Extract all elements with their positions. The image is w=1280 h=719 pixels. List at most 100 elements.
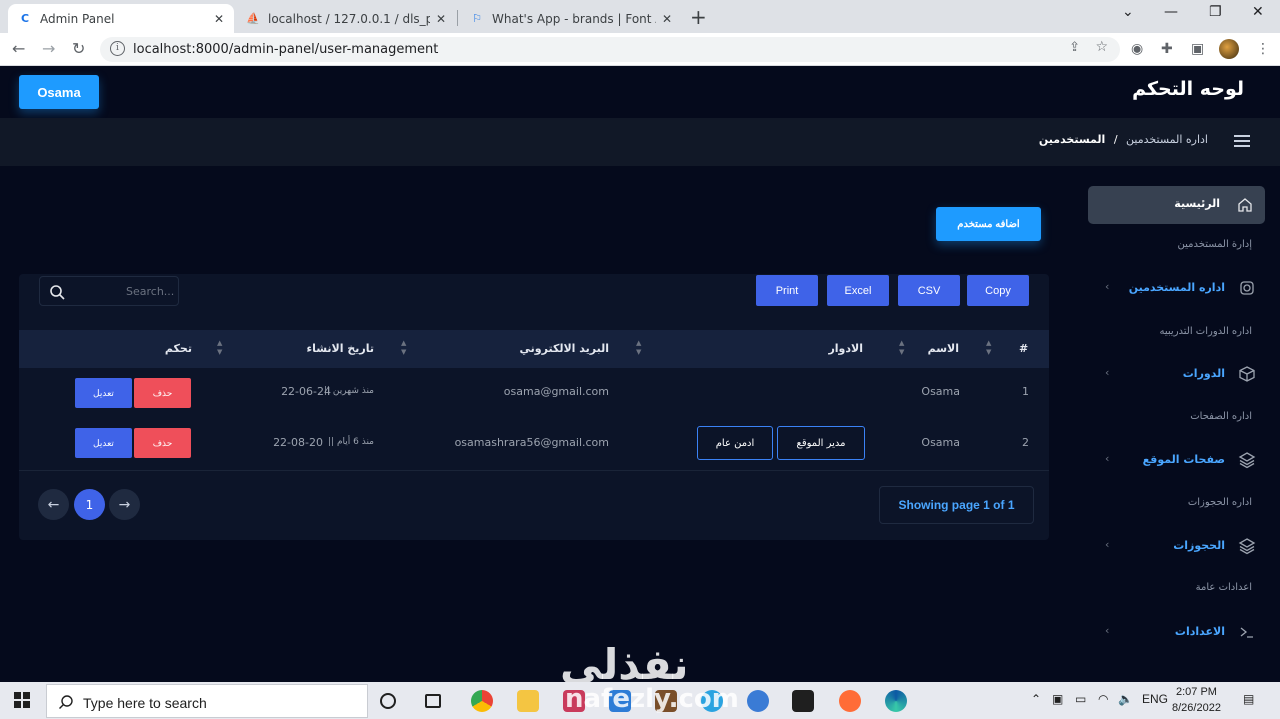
search-icon	[50, 285, 65, 300]
task-view-icon[interactable]	[425, 694, 441, 708]
restore-icon[interactable]: ❐	[1209, 4, 1222, 20]
phpmyadmin-favicon-icon: ⛵	[246, 12, 260, 25]
sidebar-item-label: الاعدادات	[1174, 625, 1225, 638]
excel-button[interactable]: Excel	[827, 275, 889, 306]
chevron-left-icon: ‹	[1105, 280, 1110, 293]
breadcrumb-bar: اداره المستخدمين / المستخدمين	[0, 118, 1280, 166]
bookmark-star-icon[interactable]: ☆	[1095, 39, 1108, 55]
search-input[interactable]: Search...	[39, 276, 179, 306]
share-icon[interactable]: ⇪	[1069, 40, 1080, 55]
delete-button[interactable]: حذف	[134, 378, 191, 408]
cell-number: 2	[1022, 436, 1029, 449]
tray-icon[interactable]: ▣	[1052, 692, 1063, 706]
menu-kebab-icon[interactable]: ⋮	[1256, 41, 1270, 57]
forward-icon[interactable]: →	[42, 39, 55, 58]
delete-button[interactable]: حذف	[134, 428, 191, 458]
site-info-icon[interactable]: i	[110, 41, 125, 56]
tab-search-icon[interactable]: ⌄	[1122, 4, 1134, 20]
pagination-prev-icon[interactable]: ←	[38, 489, 69, 520]
breadcrumb: اداره المستخدمين / المستخدمين	[1039, 133, 1208, 146]
column-header-created[interactable]: تاريخ الانشاء	[306, 342, 374, 355]
sidebar-item-label: اداره المستخدمين	[1128, 281, 1225, 294]
sidebar-item-courses[interactable]: ‹ الدورات	[1100, 363, 1270, 387]
language-indicator[interactable]: ENG	[1142, 692, 1168, 706]
camera-icon[interactable]: ◉	[1131, 41, 1143, 57]
extensions-puzzle-icon[interactable]: ✚	[1161, 41, 1173, 57]
copy-button[interactable]: Copy	[967, 275, 1029, 306]
column-header-name[interactable]: الاسم	[928, 342, 959, 355]
edit-button[interactable]: تعديل	[75, 378, 132, 408]
column-header-actions: تحكم	[164, 342, 192, 355]
close-tab-icon[interactable]: ✕	[214, 12, 224, 26]
csv-button[interactable]: CSV	[898, 275, 960, 306]
close-tab-icon[interactable]: ✕	[436, 12, 446, 26]
taskbar-clock[interactable]: 2:07 PM 8/26/2022	[1172, 684, 1221, 716]
minimize-icon[interactable]: —	[1164, 4, 1178, 20]
taskbar-search-input[interactable]: Type here to search	[46, 684, 368, 718]
edge-icon[interactable]	[885, 690, 907, 712]
home-icon	[1238, 198, 1252, 212]
tab-font-awesome[interactable]: ⚐ What's App - brands | Font Awesome ✕	[460, 4, 682, 33]
hamburger-menu-icon[interactable]	[1234, 135, 1250, 147]
postman-icon[interactable]	[839, 690, 861, 712]
file-explorer-icon[interactable]	[517, 690, 539, 712]
cell-number: 1	[1022, 385, 1029, 398]
chrome-icon[interactable]	[471, 690, 493, 712]
side-panel-icon[interactable]: ▣	[1191, 41, 1204, 57]
sidebar-item-bookings[interactable]: ‹ الحجوزات	[1100, 535, 1270, 559]
tab-phpmyadmin[interactable]: ⛵ localhost / 127.0.0.1 / dls_project ✕	[236, 4, 456, 33]
edit-button[interactable]: تعديل	[75, 428, 132, 458]
search-placeholder: Search...	[126, 285, 175, 298]
pagination-next-icon[interactable]: →	[109, 489, 140, 520]
wifi-icon[interactable]: ◠	[1098, 692, 1108, 706]
sort-icon[interactable]: ▲ ▼	[401, 339, 406, 357]
chevron-left-icon: ‹	[1105, 624, 1110, 637]
reload-icon[interactable]: ↻	[72, 39, 85, 58]
sidebar-item-label: صفحات الموقع	[1142, 453, 1225, 466]
volume-icon[interactable]: 🔈	[1118, 692, 1133, 706]
cell-email: osamashrara56@gmail.com	[454, 436, 609, 449]
sort-icon[interactable]: ▲ ▼	[217, 339, 222, 357]
url-field[interactable]: i localhost:8000/admin-panel/user-manage…	[100, 37, 1120, 62]
back-icon[interactable]: ←	[12, 39, 25, 58]
column-header-email[interactable]: البريد الالكتروني	[520, 342, 609, 355]
tab-title: localhost / 127.0.0.1 / dls_project	[268, 11, 430, 26]
column-header-roles[interactable]: الادوار	[828, 342, 863, 355]
sort-icon[interactable]: ▲ ▼	[899, 339, 904, 357]
flag-favicon-icon: ⚐	[472, 12, 482, 25]
app-header: Osama لوحه التحكم	[0, 66, 1280, 118]
new-tab-button[interactable]: +	[690, 5, 707, 29]
tab-title: Admin Panel	[40, 11, 115, 26]
close-window-icon[interactable]: ✕	[1252, 4, 1264, 20]
sort-icon[interactable]: ▲ ▼	[636, 339, 641, 357]
table-row: 2 Osama مدير الموقع ادمن عام osamashrara…	[19, 419, 1049, 471]
terminal-app-icon[interactable]	[792, 690, 814, 712]
sidebar-section-title: إدارة المستخدمين	[1177, 239, 1253, 250]
sidebar-item-site-pages[interactable]: ‹ صفحات الموقع	[1100, 449, 1270, 473]
pagination-page[interactable]: 1	[74, 489, 105, 520]
tab-admin-panel[interactable]: C Admin Panel ✕	[8, 4, 234, 33]
windows-start-icon[interactable]	[14, 692, 30, 708]
table-row: 1 Osama osama@gmail.com 22-06-24 منذ شهر…	[19, 369, 1049, 421]
app-icon[interactable]	[747, 690, 769, 712]
sidebar-item-user-management[interactable]: ‹ اداره المستخدمين	[1100, 277, 1270, 301]
battery-icon[interactable]: ▭	[1075, 692, 1086, 706]
sidebar-item-settings[interactable]: ‹ الاعدادات	[1100, 621, 1270, 645]
add-user-button[interactable]: اضافه مستخدم	[936, 207, 1041, 241]
browser-tab-strip: C Admin Panel ✕ ⛵ localhost / 127.0.0.1 …	[0, 0, 1280, 33]
app-brand-title: لوحه التحكم	[1132, 78, 1244, 100]
tray-chevron-icon[interactable]: ⌃	[1031, 692, 1041, 706]
pagination-info: Showing page 1 of 1	[879, 486, 1034, 524]
notifications-icon[interactable]: ▤	[1243, 692, 1254, 706]
breadcrumb-parent[interactable]: اداره المستخدمين	[1126, 133, 1208, 146]
column-header-number[interactable]: #	[1019, 342, 1028, 355]
cell-created-ago: منذ 6 أيام ||	[328, 437, 374, 447]
sort-icon[interactable]: ▲ ▼	[986, 339, 991, 357]
print-button[interactable]: Print	[756, 275, 818, 306]
cortana-icon[interactable]	[380, 693, 396, 709]
user-menu-button[interactable]: Osama	[19, 75, 99, 109]
sidebar-item-home[interactable]: الرئيسية	[1088, 186, 1265, 224]
profile-avatar[interactable]	[1219, 39, 1239, 59]
close-tab-icon[interactable]: ✕	[662, 12, 672, 26]
terminal-icon	[1240, 627, 1253, 638]
